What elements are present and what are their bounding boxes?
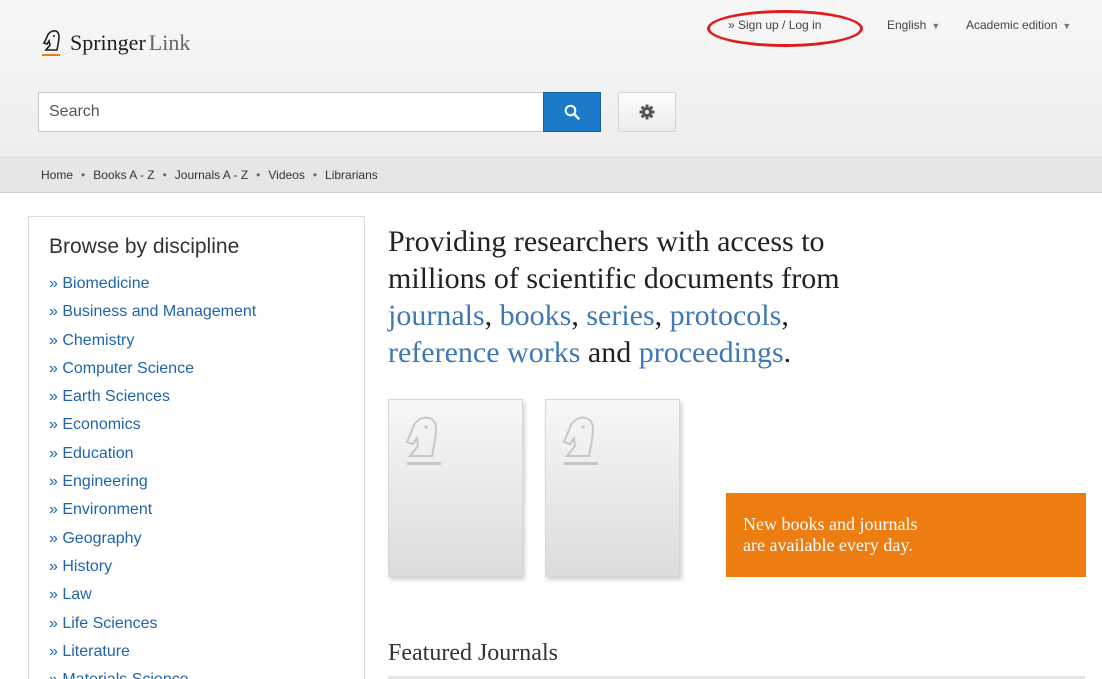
comma: , — [484, 299, 493, 332]
promo-line-1: New books and journals — [743, 514, 918, 534]
discipline-link[interactable]: » Biomedicine — [49, 270, 364, 298]
chevron-down-icon: ▼ — [931, 21, 941, 31]
book-cover-placeholder[interactable] — [545, 399, 680, 577]
search-settings-button[interactable] — [618, 92, 676, 132]
featured-journals-heading: Featured Journals — [388, 640, 558, 666]
comma: , — [781, 299, 789, 332]
search-button[interactable] — [543, 92, 601, 132]
logo-product: Link — [148, 30, 191, 55]
discipline-link[interactable]: » Geography — [49, 525, 364, 553]
gear-icon — [639, 104, 655, 120]
nav-separator: • — [256, 168, 261, 182]
book-cover-placeholder[interactable] — [388, 399, 523, 577]
chevron-down-icon: ▼ — [1062, 21, 1072, 31]
site-header: SpringerLink » Sign up / Log in English▼… — [0, 0, 1102, 157]
nav-item-home[interactable]: Home — [41, 168, 73, 182]
discipline-list: » Biomedicine » Business and Management … — [49, 270, 364, 679]
discipline-link[interactable]: » Economics — [49, 411, 364, 439]
search-input[interactable] — [38, 92, 544, 132]
edition-label: Academic edition — [966, 18, 1058, 32]
discipline-link[interactable]: » History — [49, 553, 364, 581]
browse-by-discipline-panel: Browse by discipline » Biomedicine » Bus… — [28, 216, 365, 679]
nav-separator: • — [162, 168, 167, 182]
proceedings-link[interactable]: proceedings — [639, 336, 784, 369]
comma: , — [571, 299, 579, 332]
protocols-link[interactable]: protocols — [670, 299, 782, 332]
nav-item-videos[interactable]: Videos — [268, 168, 304, 182]
springer-horse-placeholder-icon — [562, 416, 598, 465]
nav-separator: • — [312, 168, 318, 182]
reference-works-link[interactable]: reference works — [388, 336, 580, 369]
discipline-link[interactable]: » Materials Science — [49, 666, 364, 679]
nav-item-journals[interactable]: Journals A - Z — [175, 168, 248, 182]
discipline-link[interactable]: » Literature — [49, 638, 364, 666]
headline-line-3: journals, books, series, protocols, — [388, 297, 1088, 334]
discipline-link[interactable]: » Engineering — [49, 468, 364, 496]
logo-text: Springer Link — [70, 28, 190, 58]
journals-link[interactable]: journals — [388, 299, 485, 332]
books-link[interactable]: books — [500, 299, 572, 332]
edition-selector[interactable]: Academic edition ▼ — [966, 18, 1071, 32]
discipline-link[interactable]: » Business and Management — [49, 298, 364, 326]
springer-link-logo[interactable]: Springer Link — [40, 28, 190, 58]
language-label: English — [887, 18, 927, 32]
nav-item-librarians[interactable]: Librarians — [325, 168, 378, 182]
main-nav: Home • Books A - Z • Journals A - Z • Vi… — [0, 157, 1102, 193]
new-books-promo-banner[interactable]: New books and journals are available eve… — [726, 493, 1086, 577]
hero-headline: Providing researchers with access to mil… — [388, 223, 1088, 371]
highlight-ring-annotation — [707, 10, 863, 47]
logo-brand: Springer — [70, 30, 146, 55]
discipline-link[interactable]: » Law — [49, 581, 364, 609]
period: . — [783, 336, 792, 369]
series-link[interactable]: series — [586, 299, 654, 332]
nav-item-books[interactable]: Books A - Z — [93, 168, 154, 182]
nav-separator: • — [81, 168, 86, 182]
comma: , — [654, 299, 663, 332]
headline-line-2: millions of scientific documents from — [388, 262, 840, 295]
springer-horse-placeholder-icon — [405, 416, 441, 465]
connector-word: and — [587, 336, 632, 369]
promo-line-2: are available every day. — [743, 535, 913, 555]
discipline-link[interactable]: » Life Sciences — [49, 610, 364, 638]
language-selector[interactable]: English ▼ — [887, 18, 940, 32]
browse-title: Browse by discipline — [49, 235, 240, 258]
headline-line-4: reference works and proceedings. — [388, 334, 1088, 371]
search-icon — [564, 104, 580, 120]
discipline-link[interactable]: » Chemistry — [49, 327, 364, 355]
discipline-link[interactable]: » Earth Sciences — [49, 383, 364, 411]
discipline-link[interactable]: » Computer Science — [49, 355, 364, 383]
springer-horse-logo-icon — [42, 30, 60, 56]
discipline-link[interactable]: » Environment — [49, 496, 364, 524]
headline-line-1: Providing researchers with access to — [388, 225, 825, 258]
discipline-link[interactable]: » Education — [49, 440, 364, 468]
